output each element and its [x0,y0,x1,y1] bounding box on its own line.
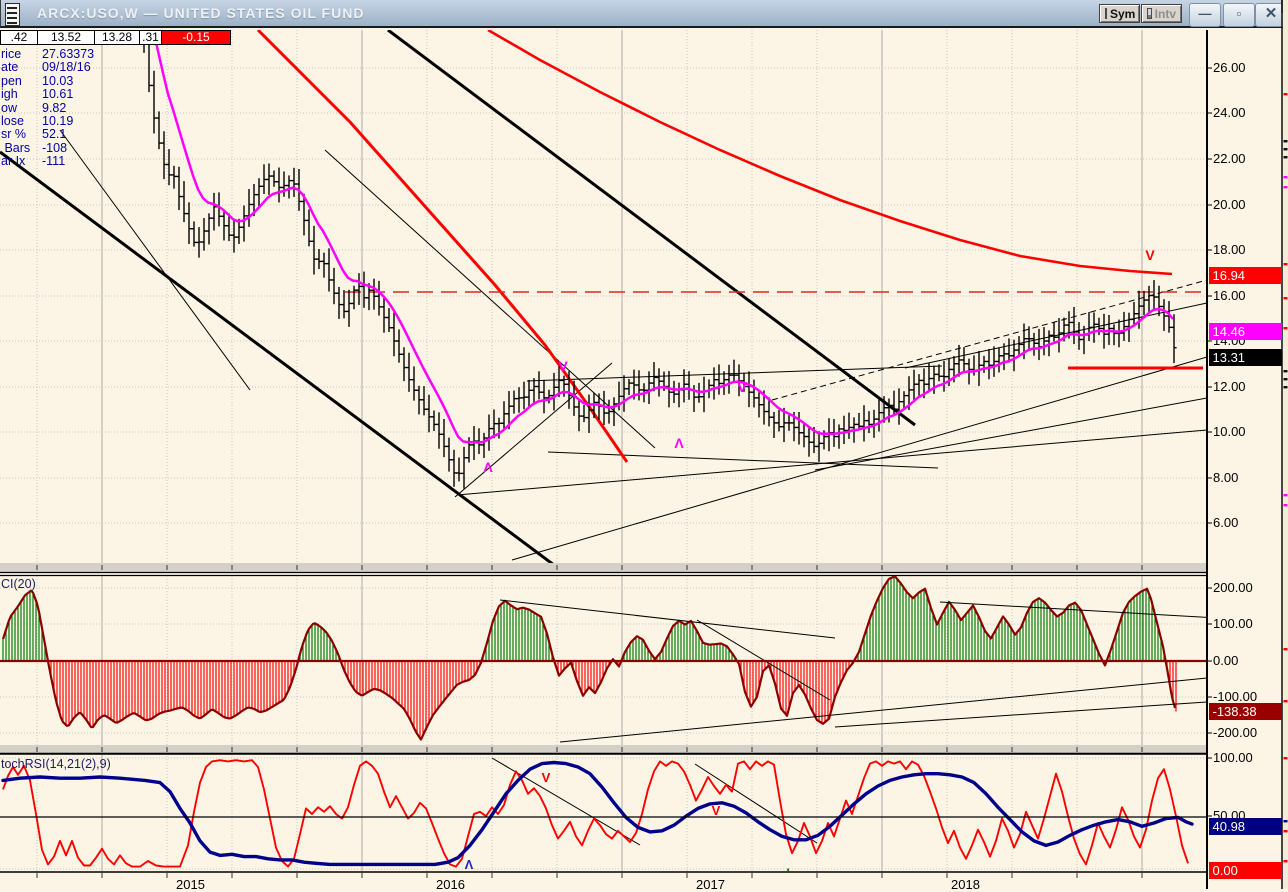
wave-annotation: Λ [483,459,493,475]
quote-cell: 13.52 [38,30,95,45]
cursor-info-row: Bars -108 [1,140,68,155]
y-axis-label: 20.00 [1213,197,1246,212]
y-axis-label: 100.00 [1213,616,1253,631]
x-axis-year-label: 2017 [696,877,725,892]
quote-cell: .31 [140,30,162,45]
price-badge: 40.98 [1208,817,1282,835]
stochrsi-pane-label: tochRSI(14,21(2),9) [1,757,111,771]
wave-annotation: V [542,770,551,785]
cursor-info-row: rice 27.63373 [1,47,95,61]
wave-annotation: Λ [674,435,684,451]
y-axis-label: 26.00 [1213,60,1246,75]
cursor-info-panel: rice 27.63373 ate 09/18/16 pen 10.03 igh 10.61 o… [1,47,95,169]
quote-cell: 13.28 [95,30,140,45]
y-axis-label: 22.00 [1213,151,1246,166]
cursor-info-row: sr % 52.1 [1,127,67,142]
y-axis-label: 100.00 [1213,750,1253,765]
y-axis-label: 8.00 [1213,470,1239,485]
y-axis-label: 16.00 [1213,288,1246,303]
y-axis-label: -200.00 [1213,725,1258,740]
cursor-info-row: pen 10.03 [1,73,74,88]
cursor-info-row: igh 10.61 [1,87,74,102]
quote-cell: .42 [0,30,38,45]
quote-row: .42 13.52 13.28.31 -0.15 [0,30,231,45]
cursor-info-row: ow 9.82 [1,100,67,115]
price-badge: 16.94 [1208,266,1282,284]
y-axis-label: 6.00 [1213,515,1239,530]
wave-annotation: V [737,379,747,395]
cursor-info-row: ar Ix -111 [1,154,66,169]
price-badge: 13.31 [1208,348,1282,366]
x-axis-year-label: 2015 [176,877,205,892]
wave-annotation: V [712,803,721,818]
y-axis-label: 24.00 [1213,105,1246,120]
price-badge: -138.38 [1208,702,1282,720]
chart-canvas[interactable]: ΛVΛVVΛVVd [0,0,1288,889]
y-axis-label: 18.00 [1213,242,1246,257]
wave-annotation: V [558,358,568,374]
wave-annotation: Λ [465,857,474,872]
cci-pane-label: CI(20) [1,577,36,591]
x-axis-year-label: 2016 [436,877,465,892]
x-axis-year-label: 2018 [951,877,980,892]
quote-cell: -0.15 [162,30,231,45]
price-badge: 14.46 [1208,322,1282,340]
wave-annotation: V [1145,247,1155,263]
price-badge: 0.00 [1208,861,1282,879]
y-axis-label: 10.00 [1213,424,1246,439]
y-axis-label: 200.00 [1213,580,1253,595]
cursor-info-row: lose 10.19 [1,114,74,129]
cursor-info-row: ate 09/18/16 [1,60,91,75]
y-axis-label: 12.00 [1213,379,1246,394]
y-axis-label: 0.00 [1213,653,1239,668]
